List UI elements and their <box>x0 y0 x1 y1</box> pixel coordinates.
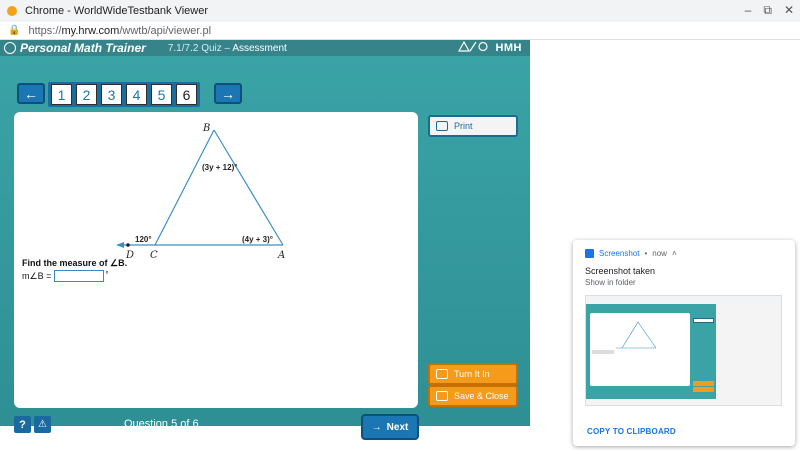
thumbnail-panel <box>590 313 690 386</box>
window-titlebar: Chrome - WorldWideTestbank Viewer – ⧉ ✕ <box>0 0 800 22</box>
minimize-icon[interactable]: – <box>745 3 752 18</box>
quiz-separator: – <box>221 42 233 54</box>
copy-to-clipboard-button[interactable]: COPY TO CLIPBOARD <box>587 427 676 436</box>
angle-answer-input[interactable] <box>54 270 105 282</box>
address-bar[interactable]: 🔒 https:// my.hrw.com /wwtb/api/viewer.p… <box>0 22 800 40</box>
quiz-title: 7.1/7.2 Quiz – Assessment <box>168 43 287 54</box>
submit-icon <box>436 369 448 379</box>
brand: Personal Math Trainer <box>4 41 146 55</box>
vertex-B-label: B <box>202 123 210 134</box>
turn-it-in-button[interactable]: Turn It In <box>428 363 518 385</box>
question-counter: Question 5 of 6 <box>124 418 199 430</box>
report-problem-button[interactable]: ⚠ <box>34 416 51 433</box>
left-arrow-icon: ← <box>24 85 38 102</box>
save-close-label: Save & Close <box>454 391 509 401</box>
window-title: Chrome - WorldWideTestbank Viewer <box>25 5 208 17</box>
app-body: ← 1 2 3 4 5 6 → B D C A (3y + 12)° 120° … <box>0 56 530 440</box>
printer-icon <box>436 121 448 131</box>
chrome-icon <box>7 6 17 16</box>
warning-icon: ⚠ <box>38 419 47 430</box>
close-icon[interactable]: ✕ <box>784 3 794 18</box>
angle-C-exterior: 120° <box>135 235 152 244</box>
publisher-name: HMH <box>495 42 522 54</box>
next-arrow-icon: → <box>371 421 382 433</box>
answer-label: m∠B = <box>22 270 52 281</box>
notification-header: Screenshot • now ˄ <box>585 249 677 258</box>
next-question-arrow-button[interactable]: → <box>214 83 242 104</box>
turn-it-in-label: Turn It In <box>454 369 490 379</box>
lock-icon: 🔒 <box>8 25 21 36</box>
collapse-chevron-icon[interactable]: ˄ <box>672 249 677 258</box>
url-scheme: https:// <box>28 24 62 37</box>
triangle-figure: B D C A (3y + 12)° 120° (4y + 3)° <box>116 123 285 261</box>
side-BC <box>154 129 215 246</box>
publisher-logo: HMH <box>457 40 522 54</box>
question-3-button[interactable]: 3 <box>101 84 122 105</box>
right-arrow-icon: → <box>221 85 235 102</box>
maximize-icon[interactable]: ⧉ <box>763 3 772 18</box>
help-button[interactable]: ? <box>14 416 31 433</box>
publisher-mark-icon <box>457 40 488 52</box>
thumbnail-save <box>693 387 714 392</box>
notification-app-name: Screenshot <box>599 249 640 258</box>
app-footer: ? ⚠ Question 5 of 6 <box>0 408 530 442</box>
angle-A-expression: (4y + 3)° <box>242 235 273 244</box>
save-close-button[interactable]: Save & Close <box>428 385 518 407</box>
point-D <box>126 243 130 247</box>
angle-B-expression: (3y + 12)° <box>202 163 237 172</box>
question-1-button[interactable]: 1 <box>51 84 72 105</box>
app-header: Personal Math Trainer 7.1/7.2 Quiz – Ass… <box>0 40 530 56</box>
side-BA <box>213 129 284 246</box>
url-host: my.hrw.com <box>61 24 120 37</box>
window-controls: – ⧉ ✕ <box>745 3 794 18</box>
question-2-button[interactable]: 2 <box>76 84 97 105</box>
thumbnail-print <box>693 318 714 323</box>
answer-row: m∠B = ° <box>22 270 109 282</box>
print-button[interactable]: Print <box>428 115 518 137</box>
notification-title: Screenshot taken <box>585 266 656 276</box>
screenshot-notification: Screenshot • now ˄ Screenshot taken Show… <box>573 240 795 446</box>
question-5-button[interactable]: 5 <box>151 84 172 105</box>
vertex-C-label: C <box>150 250 158 261</box>
save-icon <box>436 391 448 401</box>
degree-unit: ° <box>105 270 109 279</box>
question-selector: 1 2 3 4 5 6 <box>48 82 200 107</box>
question-panel: B D C A (3y + 12)° 120° (4y + 3)° Find t… <box>14 112 418 408</box>
next-label: Next <box>386 421 409 433</box>
brand-logo-icon <box>4 42 16 54</box>
thumbnail-titlebar <box>586 296 781 304</box>
screenshot-thumbnail[interactable] <box>585 295 782 406</box>
math-trainer-app: Personal Math Trainer 7.1/7.2 Quiz – Ass… <box>0 40 530 440</box>
screenshot-app-icon <box>585 249 594 258</box>
notification-time: now <box>652 249 667 258</box>
brand-name: Personal Math Trainer <box>20 41 146 55</box>
next-button[interactable]: → Next <box>361 414 419 440</box>
question-prompt: Find the measure of ∠B. <box>22 258 128 268</box>
question-6-button[interactable]: 6 <box>176 84 197 105</box>
thumbnail-turn-in <box>693 381 714 386</box>
prev-question-button[interactable]: ← <box>17 83 45 104</box>
notification-dot: • <box>644 249 648 258</box>
thumbnail-triangle <box>592 321 657 354</box>
question-4-button[interactable]: 4 <box>126 84 147 105</box>
print-label: Print <box>454 121 473 131</box>
quiz-code: 7.1/7.2 Quiz <box>167 42 222 54</box>
vertex-A-label: A <box>277 250 285 261</box>
url-path: /wwtb/api/viewer.pl <box>119 24 212 37</box>
quiz-kind: Assessment <box>232 42 287 54</box>
show-in-folder-link[interactable]: Show in folder <box>585 278 636 287</box>
ray-arrow-icon <box>116 242 124 248</box>
